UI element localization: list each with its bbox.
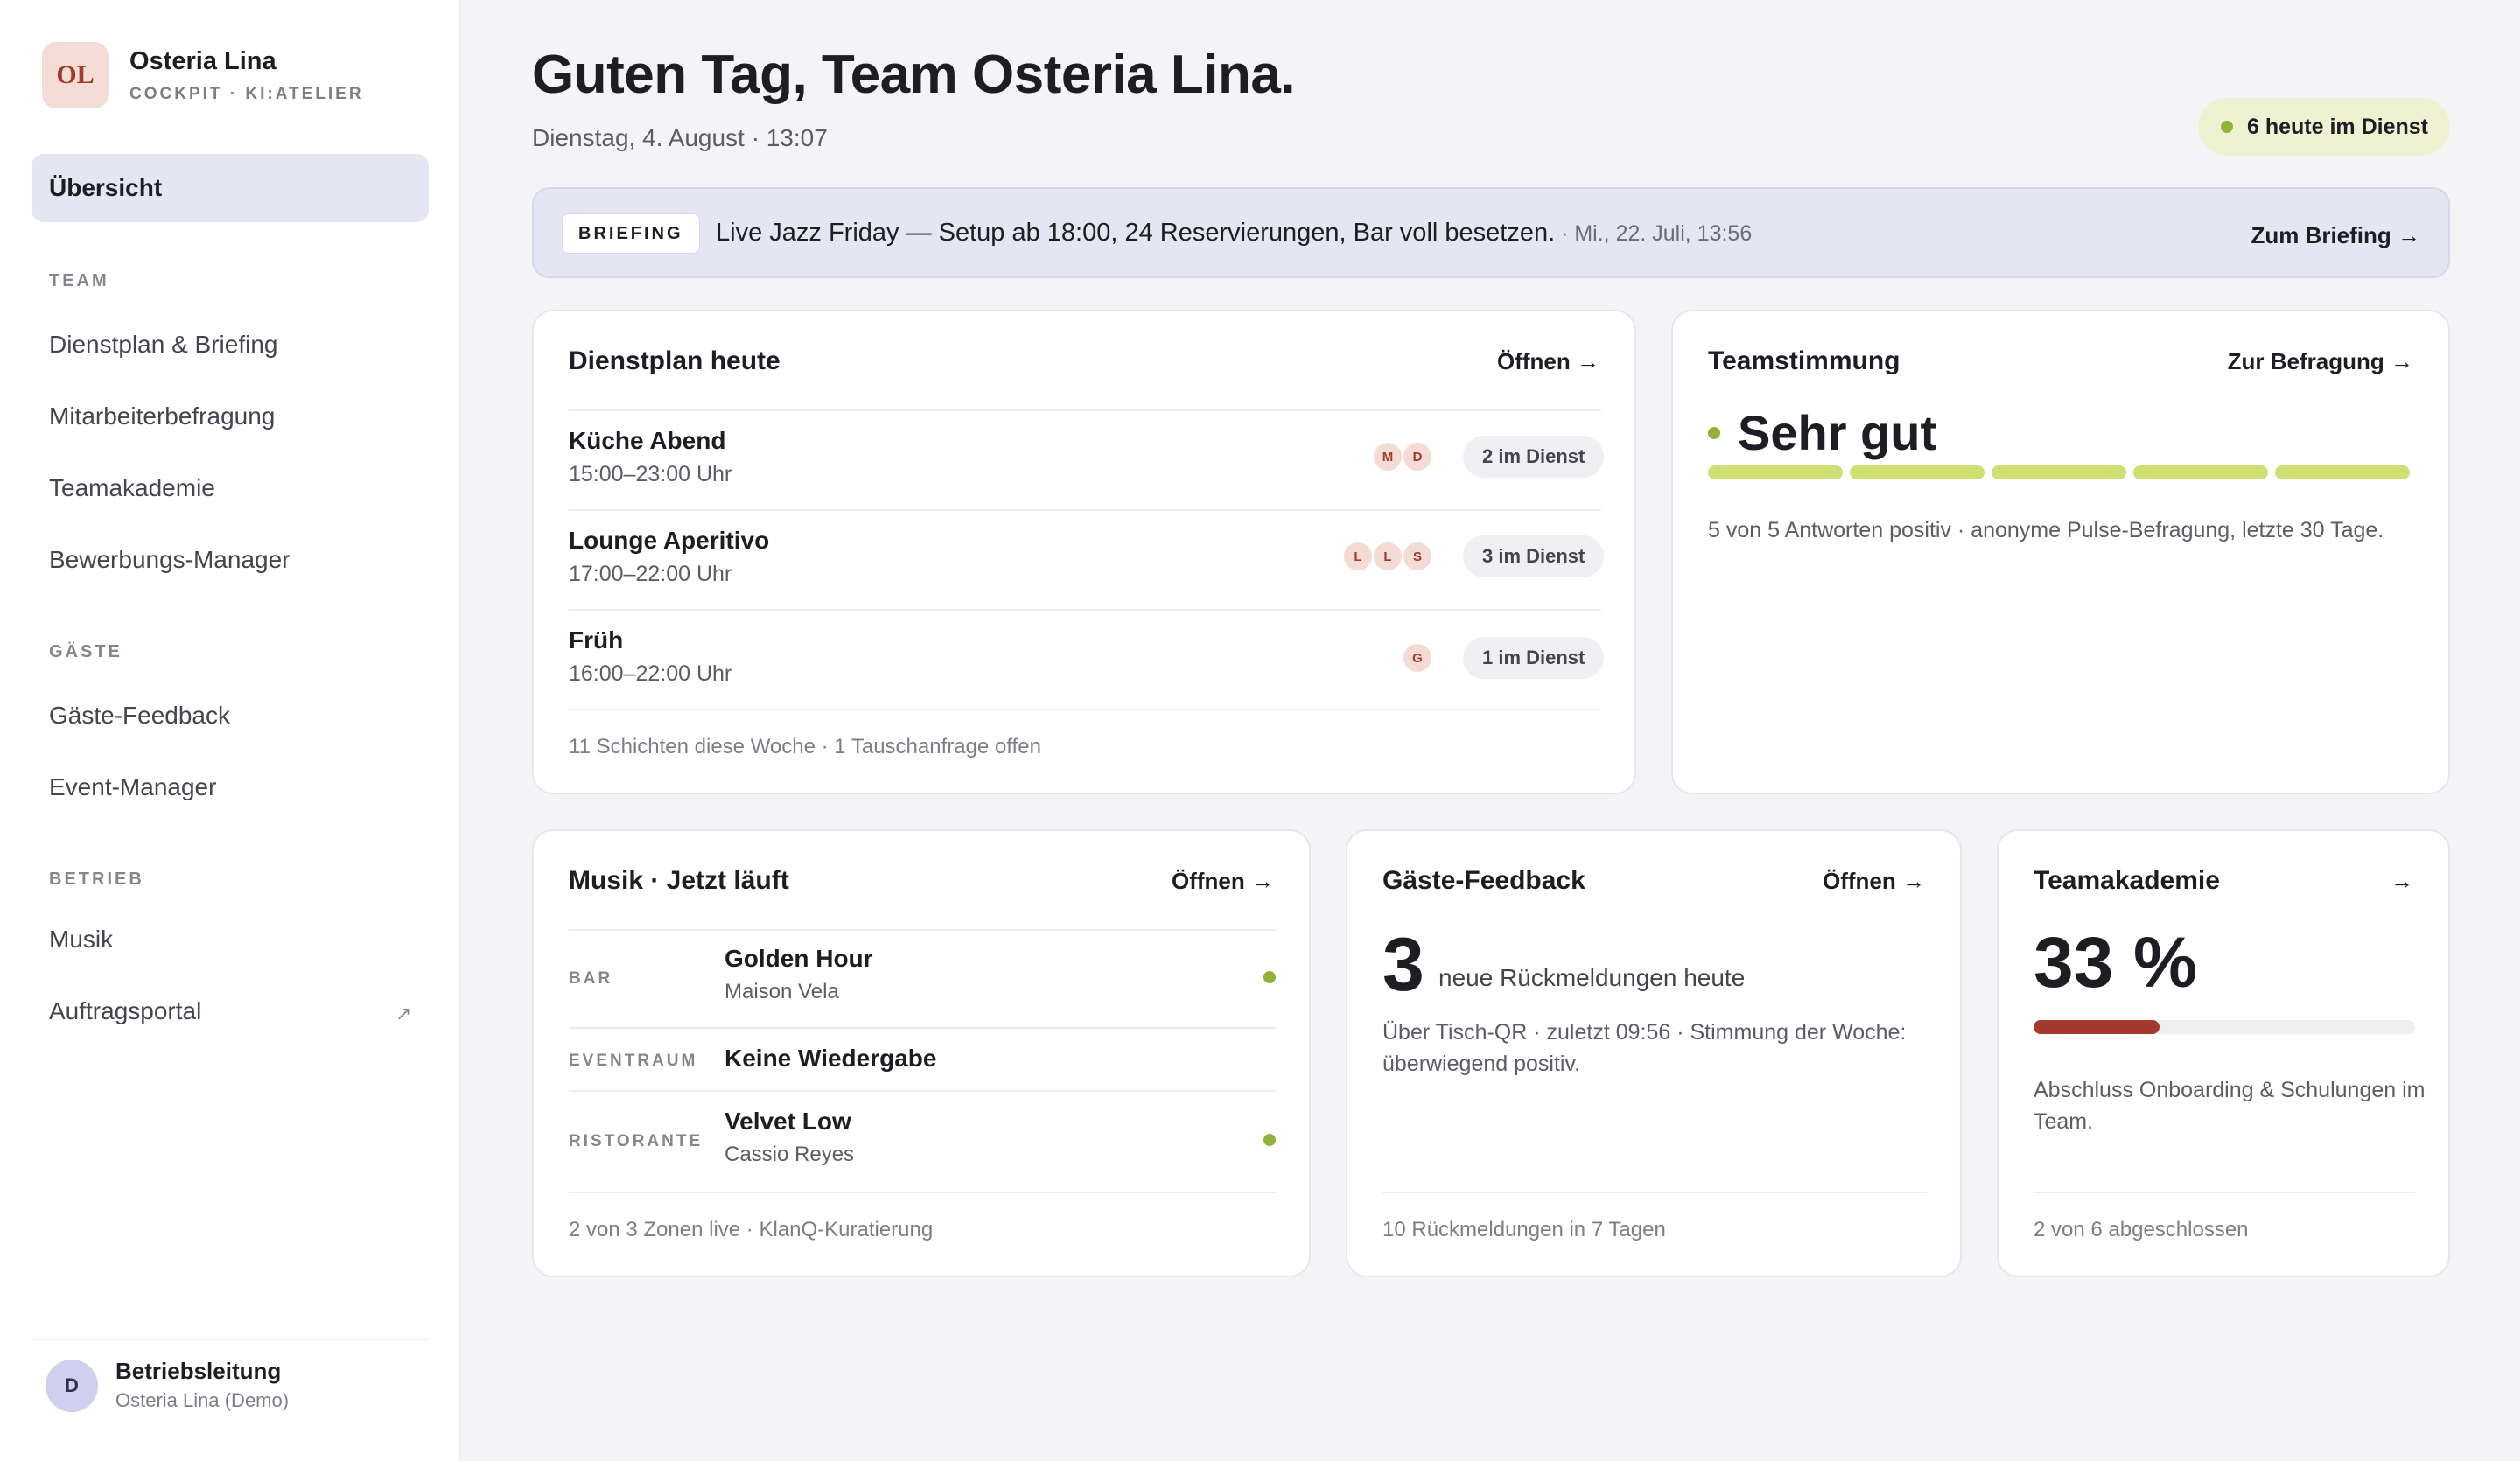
track-title: Golden Hour [724,945,873,972]
shift-name: Lounge Aperitivo [569,527,770,554]
user-role: Betriebsleitung [116,1358,282,1384]
briefing-link[interactable]: Zum Briefing → [2250,222,2420,249]
staff-avatar: D [1402,441,1433,472]
briefing-message: Live Jazz Friday — Setup ab 18:00, 24 Re… [716,219,1556,247]
sidebar-item-gaeste-feedback[interactable]: Gäste-Feedback [49,702,230,730]
feedback-footer: 10 Rückmeldungen in 7 Tagen [1382,1218,1666,1241]
mood-card: Teamstimmung Zur Befragung → Sehr gut 5 … [1671,310,2450,794]
academy-percent: 33 % [2034,923,2197,1003]
shift-badge: 1 im Dienst [1463,637,1605,679]
status-dot-icon [1708,426,1720,439]
feedback-count: 3 [1382,923,1424,1007]
sidebar-item-auftragsportal[interactable]: Auftragsportal [49,997,201,1025]
academy-description: Abschluss Onboarding & Schulungen im Tea… [2034,1078,2426,1134]
page-title: Guten Tag, Team Osteria Lina. [532,45,1296,105]
staff-avatar: M [1372,441,1404,472]
user-profile[interactable]: D Betriebsleitung Osteria Lina (Demo) [32,1339,429,1412]
on-duty-label: 6 heute im Dienst [2247,114,2428,139]
track-title: Velvet Low [724,1108,851,1135]
feedback-caption: neue Rückmeldungen heute [1438,964,1746,991]
feedback-card: Gäste-Feedback Öffnen → 3 neue Rückmeldu… [1346,829,1962,1277]
survey-link[interactable]: Zur Befragung → [2228,348,2413,375]
track-artist: Cassio Reyes [724,1143,855,1166]
academy-progress-fill [2034,1020,2160,1034]
staff-avatar: S [1402,541,1433,572]
staff-avatar: L [1342,541,1374,572]
briefing-banner: BRIEFING Live Jazz Friday — Setup ab 18:… [532,187,2450,278]
mood-segment [2275,465,2410,479]
shift-time: 17:00–22:00 Uhr [569,562,732,586]
mood-segment [1708,465,1843,479]
avatar: D [46,1360,98,1412]
mood-value: Sehr gut [1708,404,1936,461]
academy-title: Teamakademie [2034,866,2220,895]
mood-segment [1850,465,1984,479]
on-duty-badge: 6 heute im Dienst [2198,98,2450,156]
music-card: Musik · Jetzt läuft Öffnen → BAR Golden … [532,829,1311,1277]
arrow-right-icon[interactable]: → [2390,868,2413,895]
mood-title: Teamstimmung [1708,346,1900,375]
mood-segment [1992,465,2126,479]
live-indicator-icon [1264,971,1276,983]
nav-section-betrieb: BETRIEB [49,870,144,889]
feedback-summary: Über Tisch-QR · zuletzt 09:56 · Stimmung… [1382,1020,1907,1076]
nav-section-team: TEAM [49,271,109,290]
brand[interactable]: OL Osteria Lina COCKPIT · KI:ATELIER [42,42,364,108]
academy-footer: 2 von 6 abgeschlossen [2034,1218,2249,1241]
music-open-link[interactable]: Öffnen → [1172,868,1274,895]
external-link-icon: ↗ [396,1003,412,1024]
sidebar-item-bewerbungs-manager[interactable]: Bewerbungs-Manager [49,546,290,574]
staff-avatar: L [1372,541,1404,572]
shift-name: Küche Abend [569,427,726,454]
mood-note: 5 von 5 Antworten positiv · anonyme Puls… [1708,518,2384,542]
mood-segment [2133,465,2268,479]
sidebar-item-event-manager[interactable]: Event-Manager [49,773,216,801]
sidebar-item-teamakademie[interactable]: Teamakademie [49,474,215,502]
brand-name: Osteria Lina [130,46,276,75]
zone-label: RISTORANTE [569,1132,704,1150]
mood-meter [1708,465,2417,479]
shift-time: 15:00–23:00 Uhr [569,462,732,486]
live-indicator-icon [1264,1134,1276,1146]
roster-footer: 11 Schichten diese Woche · 1 Tauschanfra… [569,735,1041,758]
status-dot-icon [2221,121,2233,133]
roster-open-link[interactable]: Öffnen → [1497,348,1600,375]
brand-subtitle: COCKPIT · KI:ATELIER [130,84,364,103]
feedback-title: Gäste-Feedback [1382,866,1586,895]
academy-card: Teamakademie → 33 % Abschluss Onboarding… [1997,829,2450,1277]
zone-label: EVENTRAUM [569,1052,698,1070]
shift-name: Früh [569,626,624,654]
page-date: Dienstag, 4. August · 13:07 [532,124,828,151]
music-footer: 2 von 3 Zonen live · KlanQ-Kuratierung [569,1218,934,1241]
roster-title: Dienstplan heute [569,346,780,375]
nav-section-gaeste: GÄSTE [49,642,122,661]
music-title: Musik · Jetzt läuft [569,866,789,895]
zone-label: BAR [569,969,613,988]
briefing-meta: · Mi., 22. Juli, 13:56 [1555,221,1753,246]
shift-time: 16:00–22:00 Uhr [569,661,732,686]
feedback-open-link[interactable]: Öffnen → [1823,868,1925,895]
sidebar-item-musik[interactable]: Musik [49,926,113,954]
user-org: Osteria Lina (Demo) [116,1389,290,1411]
track-title: Keine Wiedergabe [724,1045,937,1072]
staff-avatar: G [1402,642,1433,674]
shift-badge: 3 im Dienst [1463,535,1605,577]
sidebar-item-mitarbeiterbefragung[interactable]: Mitarbeiterbefragung [49,402,275,430]
mood-label: Sehr gut [1738,405,1937,460]
roster-card: Dienstplan heute Öffnen → Küche Abend 15… [532,310,1636,794]
academy-progress [2034,1020,2415,1034]
sidebar-item-dienstplan[interactable]: Dienstplan & Briefing [49,331,277,359]
sidebar-item-uebersicht[interactable]: Übersicht [32,154,429,222]
briefing-text: Live Jazz Friday — Setup ab 18:00, 24 Re… [716,219,1752,248]
sidebar: OL Osteria Lina COCKPIT · KI:ATELIER Übe… [0,0,461,1461]
briefing-tag: BRIEFING [562,213,700,254]
shift-badge: 2 im Dienst [1463,436,1605,478]
brand-logo: OL [42,42,108,108]
track-artist: Maison Vela [724,980,839,1003]
